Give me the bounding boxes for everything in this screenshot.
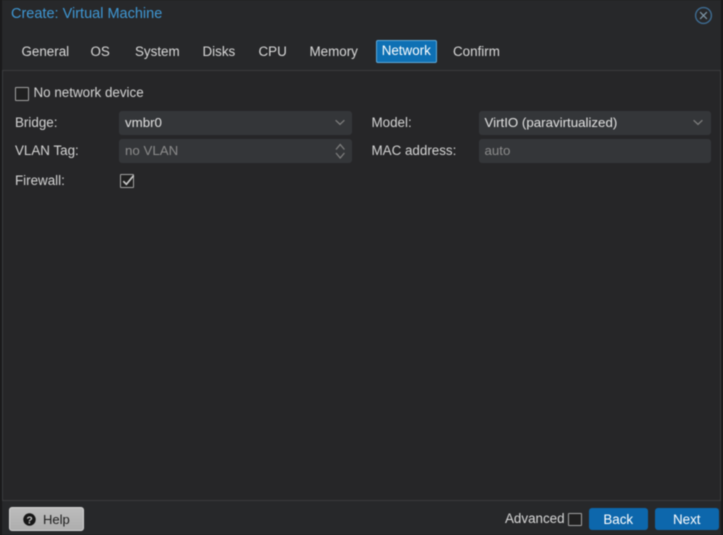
svg-text:?: ? bbox=[26, 514, 32, 526]
